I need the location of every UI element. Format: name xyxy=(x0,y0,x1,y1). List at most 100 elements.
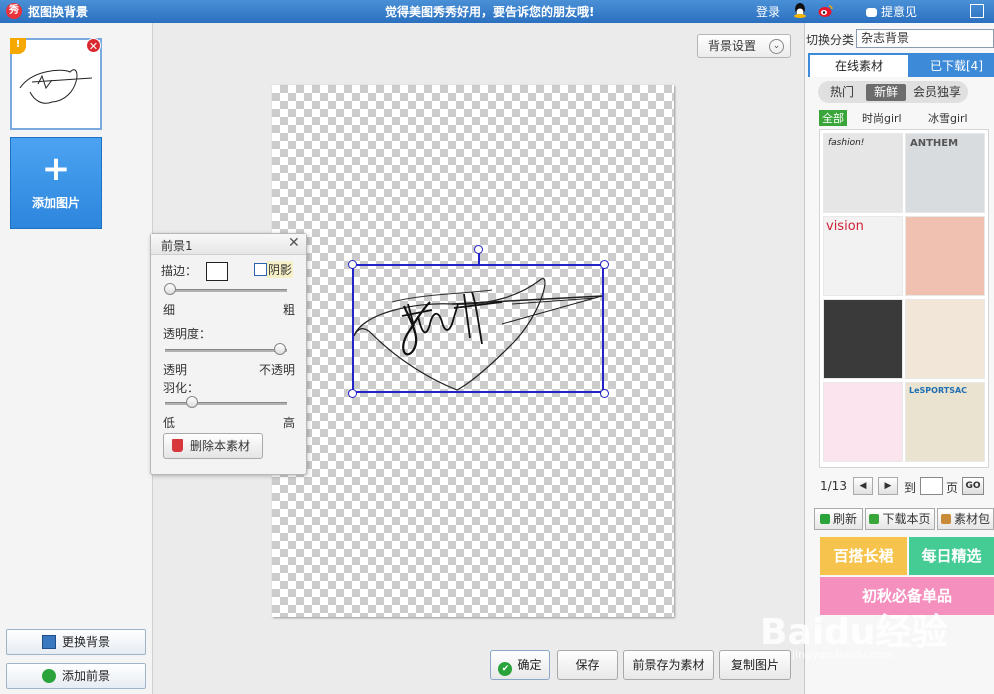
banner-long-skirt[interactable]: 百搭长裙 xyxy=(820,537,907,575)
delete-material-button[interactable]: 删除本素材 xyxy=(163,433,263,459)
check-icon: ✔ xyxy=(498,662,513,676)
add-image-label: 添加图片 xyxy=(31,196,80,210)
maximize-icon[interactable] xyxy=(970,4,984,18)
foreground-panel: 前景1 ✕ 描边： 阴影 细 粗 透明度： 透明 不透明 羽化： 低 高 删除本… xyxy=(150,233,307,475)
refresh-button[interactable]: 刷新 xyxy=(814,508,863,530)
add-foreground-button[interactable]: 添加前景 xyxy=(6,663,146,689)
background-settings-label: 背景设置 xyxy=(708,39,757,53)
resize-handle-top-left[interactable] xyxy=(348,260,357,269)
download-page-button[interactable]: 下载本页 xyxy=(865,508,935,530)
material-thumb-label: ANTHEM xyxy=(910,138,959,149)
resize-handle-top-right[interactable] xyxy=(600,260,609,269)
opaque-label: 不透明 xyxy=(259,363,296,377)
subcategory-fashion-girl[interactable]: 时尚girl xyxy=(862,110,902,126)
feedback-link[interactable]: 提意见 xyxy=(866,3,917,20)
shadow-checkbox[interactable] xyxy=(254,263,267,276)
thick-label: 粗 xyxy=(283,303,296,317)
ok-label: 确定 xyxy=(517,658,542,672)
subcategory-all[interactable]: 全部 xyxy=(819,110,847,126)
transparent-label: 透明 xyxy=(163,363,188,377)
save-foreground-as-material-button[interactable]: 前景存为素材 xyxy=(623,650,714,680)
material-thumb[interactable] xyxy=(823,382,903,462)
filter-new[interactable]: 新鲜 xyxy=(866,84,906,101)
close-icon[interactable]: ✕ xyxy=(288,235,300,251)
material-thumb[interactable]: LeSPORTSAC xyxy=(905,382,985,462)
warning-icon: ! xyxy=(10,38,26,54)
material-package-label: 素材包 xyxy=(953,512,990,526)
banner-daily-picks[interactable]: 每日精选 xyxy=(909,537,994,575)
material-thumb[interactable] xyxy=(905,216,985,296)
stroke-slider-track[interactable] xyxy=(165,289,287,292)
high-label: 高 xyxy=(283,416,296,430)
category-select[interactable]: 杂志背景 xyxy=(856,29,994,48)
material-thumb[interactable]: fashion! xyxy=(823,133,903,213)
page-unit-label: 页 xyxy=(946,481,959,495)
trash-icon xyxy=(172,439,183,452)
add-image-button[interactable]: + 添加图片 xyxy=(10,137,102,229)
foreground-panel-header[interactable]: 前景1 ✕ xyxy=(151,234,306,255)
feather-slider-track[interactable] xyxy=(165,402,287,405)
resize-handle-bottom-right[interactable] xyxy=(600,389,609,398)
app-title: 抠图换背景 xyxy=(28,5,89,19)
weibo-icon[interactable] xyxy=(818,4,834,18)
material-thumb[interactable] xyxy=(823,299,903,379)
change-background-label: 更换背景 xyxy=(61,635,110,649)
filter-vip[interactable]: 会员独享 xyxy=(908,84,966,101)
login-link[interactable]: 登录 xyxy=(756,3,780,20)
material-package-button[interactable]: 素材包 xyxy=(937,508,994,530)
stroke-slider-thumb[interactable] xyxy=(164,283,176,295)
resize-handle-bottom-left[interactable] xyxy=(348,389,357,398)
download-page-label: 下载本页 xyxy=(882,512,931,526)
material-thumb[interactable]: ANTHEM xyxy=(905,133,985,213)
opacity-slider-thumb[interactable] xyxy=(274,343,286,355)
page-number-input[interactable] xyxy=(920,477,943,495)
material-thumb-label: LeSPORTSAC xyxy=(909,386,968,395)
low-label: 低 xyxy=(163,416,176,430)
opacity-slider-track[interactable] xyxy=(165,349,287,352)
signature-thumbnail-image xyxy=(19,69,93,104)
app-logo-icon: 秀 xyxy=(6,3,22,19)
change-background-button[interactable]: 更换背景 xyxy=(6,629,146,655)
remove-image-icon[interactable]: ✕ xyxy=(86,38,101,53)
next-page-icon[interactable]: ▶ xyxy=(878,477,898,495)
previous-page-icon[interactable]: ◀ xyxy=(853,477,873,495)
category-label: 切换分类 xyxy=(806,33,855,47)
material-thumb[interactable]: vision xyxy=(823,216,903,296)
subcategory-ice-girl[interactable]: 冰雪girl xyxy=(928,110,968,126)
selection-box[interactable] xyxy=(352,264,604,393)
chat-bubble-icon xyxy=(866,8,877,17)
refresh-label: 刷新 xyxy=(832,512,857,526)
feather-slider-thumb[interactable] xyxy=(186,396,198,408)
delete-material-label: 删除本素材 xyxy=(190,439,251,453)
page-indicator: 1/13 xyxy=(820,479,847,493)
ok-button[interactable]: ✔ 确定 xyxy=(490,650,550,680)
add-green-icon xyxy=(41,669,56,683)
download-icon xyxy=(869,514,880,524)
plus-icon: + xyxy=(41,149,71,189)
title-bar: 秀 抠图换背景 觉得美图秀秀好用，要告诉您的朋友哦! 登录 提意见 xyxy=(0,0,994,23)
chevron-down-icon: ⌄ xyxy=(769,39,784,54)
save-button[interactable]: 保存 xyxy=(557,650,618,680)
foreground-panel-title: 前景1 xyxy=(161,239,193,253)
watermark-url: jingyan.baidu.com xyxy=(792,648,894,661)
tab-online-materials[interactable]: 在线素材 xyxy=(810,55,908,77)
go-button[interactable]: GO xyxy=(962,477,984,495)
filter-hot[interactable]: 热门 xyxy=(822,84,862,101)
tab-downloaded[interactable]: 已下载[4] xyxy=(930,57,983,74)
add-foreground-label: 添加前景 xyxy=(61,669,110,683)
feedback-label: 提意见 xyxy=(881,5,918,19)
rotate-handle[interactable] xyxy=(474,245,483,254)
material-thumb[interactable] xyxy=(905,299,985,379)
slogan-text: 觉得美图秀秀好用，要告诉您的朋友哦! xyxy=(385,5,595,19)
qq-icon[interactable] xyxy=(793,3,807,19)
background-settings-button[interactable]: 背景设置 ⌄ xyxy=(697,34,791,58)
shadow-label[interactable]: 阴影 xyxy=(267,261,294,278)
feather-label: 羽化： xyxy=(163,381,200,395)
goto-label: 到 xyxy=(904,481,917,495)
package-icon xyxy=(940,514,951,524)
stroke-color-swatch[interactable] xyxy=(206,262,228,281)
picture-icon xyxy=(41,635,56,649)
thin-label: 细 xyxy=(163,303,176,317)
material-thumb-label: vision xyxy=(826,219,864,234)
stroke-label: 描边： xyxy=(161,264,198,278)
